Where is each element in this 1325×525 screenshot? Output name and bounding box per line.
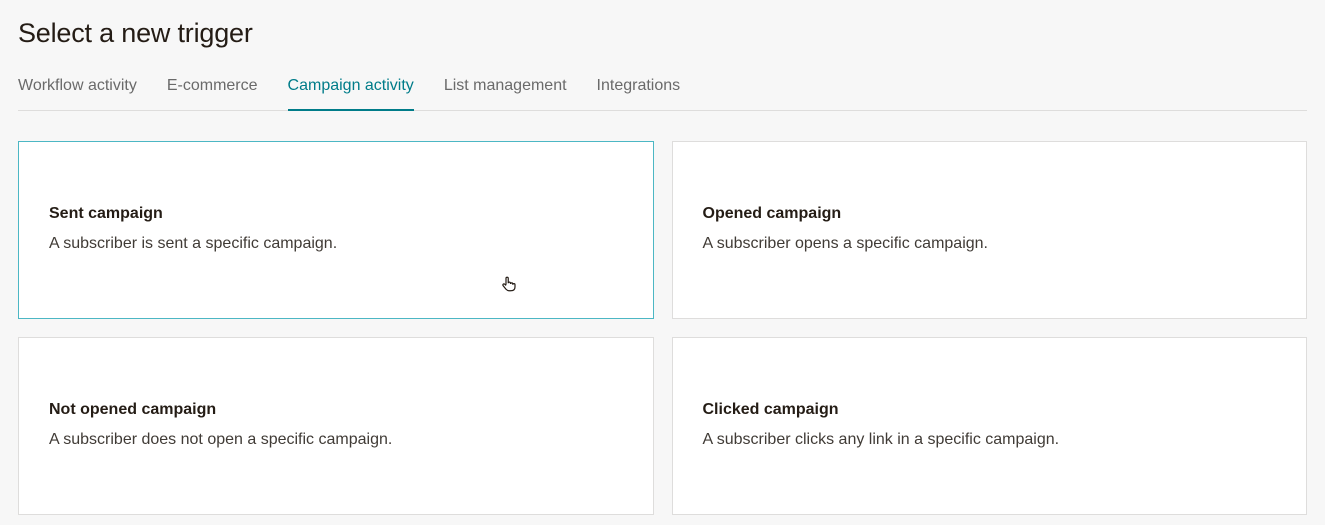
card-clicked-campaign[interactable]: Clicked campaign A subscriber clicks any… xyxy=(672,337,1308,515)
tab-list-management[interactable]: List management xyxy=(444,77,567,111)
card-opened-campaign[interactable]: Opened campaign A subscriber opens a spe… xyxy=(672,141,1308,319)
tab-campaign-activity[interactable]: Campaign activity xyxy=(288,77,414,111)
card-not-opened-campaign[interactable]: Not opened campaign A subscriber does no… xyxy=(18,337,654,515)
card-title: Opened campaign xyxy=(703,205,1277,223)
card-sent-campaign[interactable]: Sent campaign A subscriber is sent a spe… xyxy=(18,141,654,319)
tab-workflow-activity[interactable]: Workflow activity xyxy=(18,77,137,111)
card-title: Not opened campaign xyxy=(49,401,623,419)
card-title: Sent campaign xyxy=(49,205,623,223)
tab-integrations[interactable]: Integrations xyxy=(597,77,681,111)
tabs-nav: Workflow activity E-commerce Campaign ac… xyxy=(18,77,1307,111)
tab-e-commerce[interactable]: E-commerce xyxy=(167,77,258,111)
card-description: A subscriber opens a specific campaign. xyxy=(703,233,1277,255)
card-description: A subscriber does not open a specific ca… xyxy=(49,429,623,451)
card-title: Clicked campaign xyxy=(703,401,1277,419)
page-title: Select a new trigger xyxy=(18,18,1307,49)
card-description: A subscriber is sent a specific campaign… xyxy=(49,233,623,255)
card-description: A subscriber clicks any link in a specif… xyxy=(703,429,1277,451)
trigger-cards-grid: Sent campaign A subscriber is sent a spe… xyxy=(18,141,1307,515)
